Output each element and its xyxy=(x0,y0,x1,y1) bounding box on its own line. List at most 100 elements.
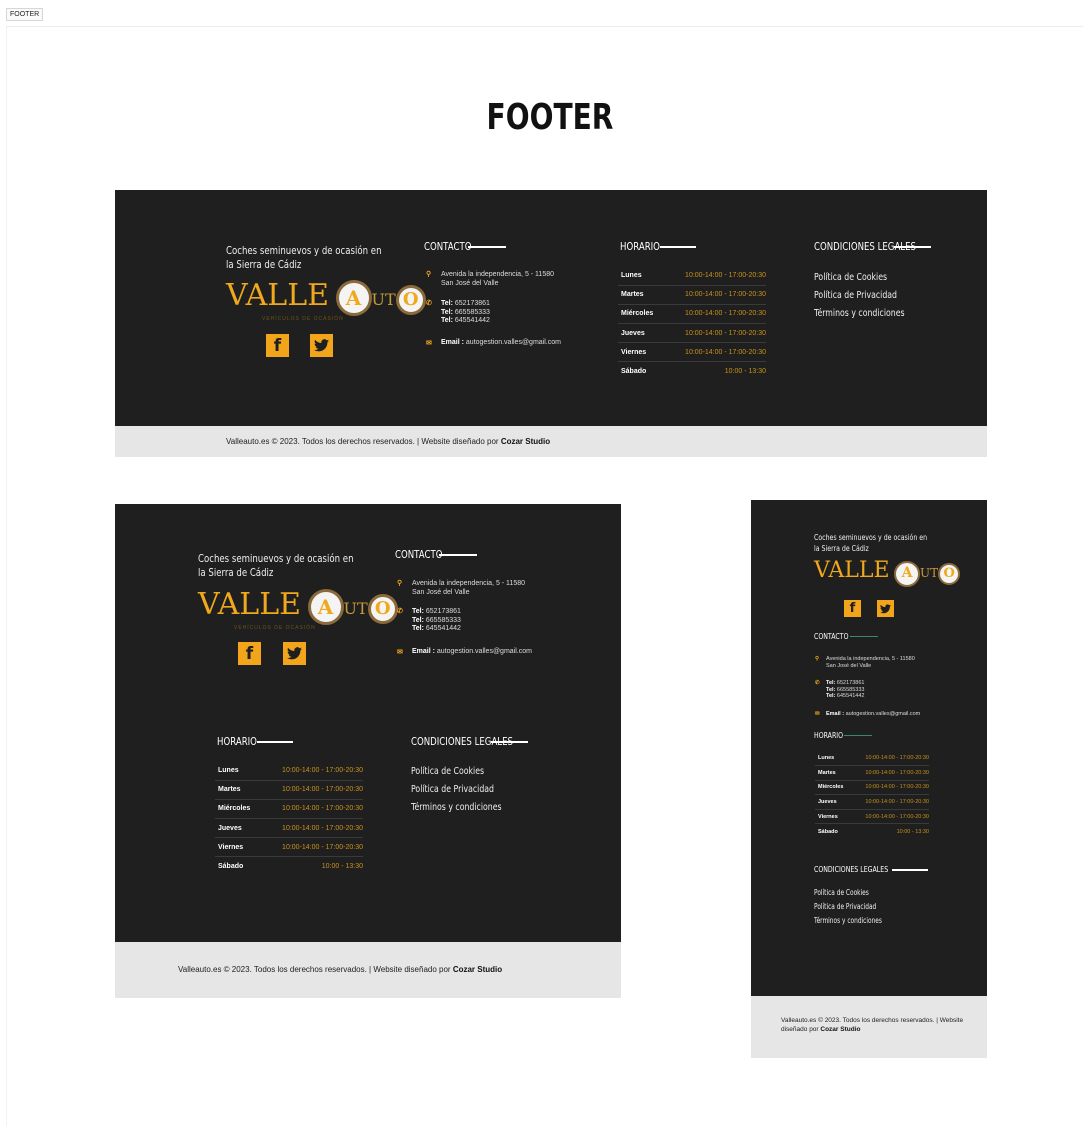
schedule-hours: 10:00 - 13:30 xyxy=(724,368,766,376)
toolbar-divider xyxy=(6,26,1083,27)
contact-email[interactable]: ✉ Email : autogestion.valles@gmail.com xyxy=(426,339,561,347)
legal-link[interactable]: Términos y condiciones xyxy=(411,799,527,817)
schedule-table: Lunes 10:00-14:00 - 17:00-20:30 Martes 10:0… xyxy=(618,266,766,381)
schedule-row: Lunes 10:00-14:00 - 17:00-20:30 xyxy=(815,751,929,767)
credit-text: Valleauto.es © 2023. Todos los derechos … xyxy=(226,437,551,446)
footer-desktop: Coches seminuevos y de ocasión en la Sie… xyxy=(115,190,987,457)
contact-email[interactable]: ✉ Email : autogestion.valles@gmail.com xyxy=(397,648,532,656)
schedule-day: Jueves xyxy=(815,794,851,810)
schedule-row: Sábado 10:00 - 13:30 xyxy=(618,362,766,381)
legal-link[interactable]: Términos y condiciones xyxy=(814,305,930,323)
schedule-day: Miércoles xyxy=(618,304,663,325)
contact-heading: CONTACTO xyxy=(424,240,506,253)
heading-underline xyxy=(660,245,696,248)
schedule-day: Sábado xyxy=(818,828,838,835)
social-links: f xyxy=(266,334,333,357)
twitter-icon[interactable] xyxy=(877,600,894,617)
contact-phones: ✆ Tel: 652173861 Tel: 665585333 Tel: 645… xyxy=(397,608,461,632)
schedule-row: Lunes 10:00-14:00 - 17:00-20:30 xyxy=(618,266,766,286)
legal-link[interactable]: Términos y condiciones xyxy=(814,914,901,928)
tagline: Coches seminuevos y de ocasión en la Sie… xyxy=(814,533,928,553)
legal-link[interactable]: Política de Privacidad xyxy=(814,900,901,914)
schedule-day: Jueves xyxy=(215,818,260,839)
legal-link[interactable]: Política de Cookies xyxy=(814,886,901,900)
footer-dark-area: Coches seminuevos y de ocasión en la Sie… xyxy=(115,504,621,942)
contact-phones: ✆ Tel: 652173861 Tel: 665585333 Tel: 645… xyxy=(815,680,865,699)
legal-heading: CONDICIONES LEGALES xyxy=(411,735,528,748)
schedule-day: Miércoles xyxy=(815,780,851,796)
schedule-table: Lunes 10:00-14:00 - 17:00-20:30 Martes 10:0… xyxy=(215,761,363,876)
schedule-table: Lunes 10:00-14:00 - 17:00-20:30 Martes 10:0… xyxy=(815,751,929,839)
schedule-row: Martes 10:00-14:00 - 17:00-20:30 xyxy=(815,765,929,781)
schedule-hours: 10:00 - 13:30 xyxy=(896,828,929,835)
schedule-day: Lunes xyxy=(618,266,663,286)
schedule-row: Jueves 10:00-14:00 - 17:00-20:30 xyxy=(815,794,929,810)
legal-heading: CONDICIONES LEGALES xyxy=(814,865,928,874)
schedule-row: Martes 10:00-14:00 - 17:00-20:30 xyxy=(215,780,363,800)
contact-address: ⚲ Avenida la independencia, 5 - 11580 San… xyxy=(815,656,915,669)
studio-link[interactable]: Cozar Studio xyxy=(820,1026,860,1033)
footer-dark-area: Coches seminuevos y de ocasión en la Sie… xyxy=(751,500,987,996)
canvas-edge xyxy=(6,26,7,1126)
credit-text: Valleauto.es © 2023. Todos los derechos … xyxy=(781,1017,964,1033)
twitter-icon[interactable] xyxy=(283,642,306,665)
brand-logo[interactable]: VALLE A UT O xyxy=(814,558,961,587)
footer-bottom-bar: Valleauto.es © 2023. Todos los derechos … xyxy=(115,942,621,998)
phone-icon: ✆ xyxy=(397,608,403,615)
contact-email[interactable]: ✉ Email : autogestion.valles@gmail.com xyxy=(815,711,920,717)
twitter-icon[interactable] xyxy=(310,334,333,357)
legal-link[interactable]: Política de Cookies xyxy=(411,763,527,781)
schedule-hours: 10:00 - 13:30 xyxy=(321,863,363,871)
footer-dark-area: Coches seminuevos y de ocasión en la Sie… xyxy=(115,190,987,426)
studio-link[interactable]: Cozar Studio xyxy=(453,965,502,974)
schedule-day: Viernes xyxy=(815,809,851,825)
schedule-day: Martes xyxy=(815,765,851,781)
map-pin-icon: ⚲ xyxy=(397,580,403,587)
studio-link[interactable]: Cozar Studio xyxy=(501,437,550,446)
schedule-heading: HORARIO xyxy=(620,240,696,253)
heading-underline xyxy=(850,636,878,637)
schedule-hours: 10:00-14:00 - 17:00-20:30 xyxy=(662,285,766,305)
credit-text: Valleauto.es © 2023. Todos los derechos … xyxy=(178,965,503,974)
schedule-hours: 10:00-14:00 - 17:00-20:30 xyxy=(259,799,363,820)
facebook-icon[interactable]: f xyxy=(238,642,261,665)
legal-link[interactable]: Política de Cookies xyxy=(814,269,930,287)
legal-link[interactable]: Política de Privacidad xyxy=(814,287,930,305)
schedule-day: Jueves xyxy=(618,323,663,344)
schedule-row: Viernes 10:00-14:00 - 17:00-20:30 xyxy=(618,342,766,363)
schedule-hours: 10:00-14:00 - 17:00-20:30 xyxy=(662,266,766,286)
schedule-row: Jueves 10:00-14:00 - 17:00-20:30 xyxy=(618,323,766,344)
schedule-day: Lunes xyxy=(215,761,260,781)
schedule-day: Lunes xyxy=(815,751,851,767)
map-pin-icon: ⚲ xyxy=(426,271,432,278)
envelope-icon: ✉ xyxy=(397,649,403,656)
schedule-day: Martes xyxy=(618,285,663,305)
heading-underline xyxy=(468,245,506,248)
schedule-row: Viernes 10:00-14:00 - 17:00-20:30 xyxy=(815,809,929,825)
footer-tablet: Coches seminuevos y de ocasión en la Sie… xyxy=(115,504,621,998)
schedule-day: Sábado xyxy=(218,863,244,871)
schedule-row: Lunes 10:00-14:00 - 17:00-20:30 xyxy=(215,761,363,781)
schedule-row: Sábado 10:00 - 13:30 xyxy=(815,824,929,839)
schedule-row: Miércoles 10:00-14:00 - 17:00-20:30 xyxy=(815,780,929,796)
schedule-hours: 10:00-14:00 - 17:00-20:30 xyxy=(662,304,766,325)
envelope-icon: ✉ xyxy=(426,340,432,347)
legal-link[interactable]: Política de Privacidad xyxy=(411,781,527,799)
schedule-day: Sábado xyxy=(621,368,647,376)
facebook-icon[interactable]: f xyxy=(844,600,861,617)
legal-heading: CONDICIONES LEGALES xyxy=(814,240,931,253)
schedule-row: Miércoles 10:00-14:00 - 17:00-20:30 xyxy=(618,304,766,325)
brand-logo[interactable]: VALLE A UT O VEHÍCULOS DE OCASIÓN xyxy=(198,587,398,631)
tab-footer[interactable]: FOOTER xyxy=(6,8,44,21)
contact-heading: CONTACTO xyxy=(395,548,477,561)
footer-mobile: Coches seminuevos y de ocasión en la Sie… xyxy=(751,500,987,1058)
contact-phones: ✆ Tel: 652173861 Tel: 665585333 Tel: 645… xyxy=(426,300,490,324)
schedule-row: Sábado 10:00 - 13:30 xyxy=(215,857,363,876)
heading-underline xyxy=(892,868,928,871)
schedule-hours: 10:00-14:00 - 17:00-20:30 xyxy=(850,809,929,825)
schedule-hours: 10:00-14:00 - 17:00-20:30 xyxy=(259,780,363,800)
facebook-icon[interactable]: f xyxy=(266,334,289,357)
contact-address: ⚲ Avenida la independencia, 5 - 11580 San… xyxy=(397,580,525,596)
brand-logo[interactable]: VALLE A UT O VEHÍCULOS DE OCASIÓN xyxy=(226,278,426,322)
tagline: Coches seminuevos y de ocasión en la Sie… xyxy=(198,552,354,579)
